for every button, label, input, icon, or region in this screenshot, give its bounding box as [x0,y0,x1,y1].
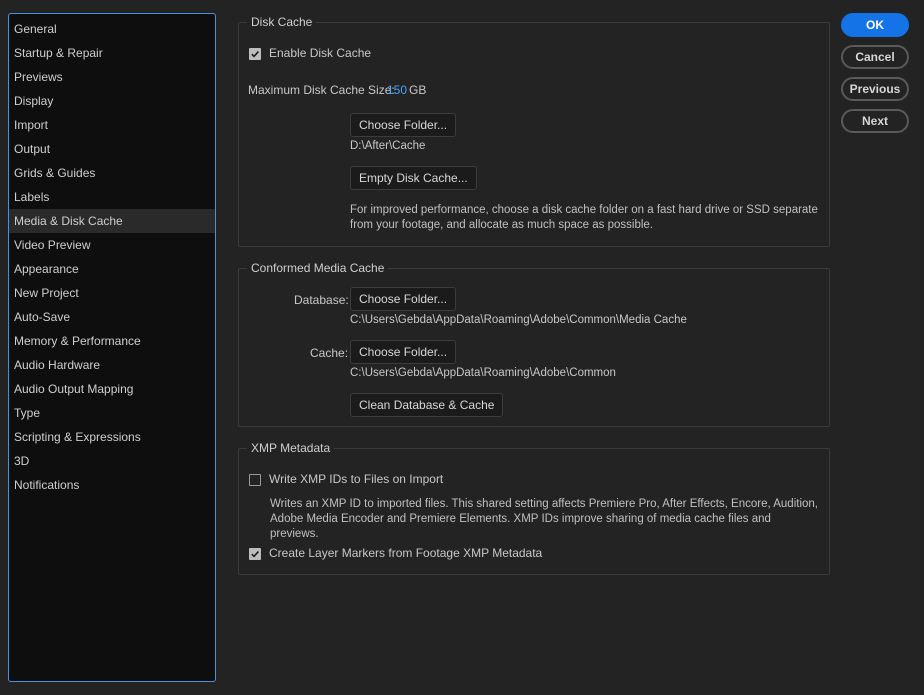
sidebar-item-labels[interactable]: Labels [9,185,215,209]
disk-cache-group: Disk Cache Enable Disk Cache Maximum Dis… [238,14,830,247]
enable-disk-cache-label[interactable]: Enable Disk Cache [269,46,371,60]
write-xmp-ids-label[interactable]: Write XMP IDs to Files on Import [269,472,443,486]
sidebar-item-auto-save[interactable]: Auto-Save [9,305,215,329]
sidebar-item-startup-repair[interactable]: Startup & Repair [9,41,215,65]
checkmark-icon [251,551,259,558]
enable-disk-cache-checkbox[interactable] [249,48,261,60]
checkmark-icon [251,51,259,58]
write-xmp-ids-checkbox[interactable] [249,474,261,486]
max-disk-cache-size-value[interactable]: 150 [387,83,407,97]
xmp-metadata-group: XMP Metadata Write XMP IDs to Files on I… [238,440,830,575]
previous-button[interactable]: Previous [841,77,909,101]
sidebar-item-audio-hardware[interactable]: Audio Hardware [9,353,215,377]
sidebar-item-grids-guides[interactable]: Grids & Guides [9,161,215,185]
create-layer-markers-checkbox[interactable] [249,548,261,560]
empty-disk-cache-button[interactable]: Empty Disk Cache... [350,166,477,190]
sidebar-item-audio-output-mapping[interactable]: Audio Output Mapping [9,377,215,401]
conformed-media-cache-title: Conformed Media Cache [247,260,389,276]
max-disk-cache-size-label: Maximum Disk Cache Size: [248,83,395,97]
sidebar-item-type[interactable]: Type [9,401,215,425]
xmp-metadata-title: XMP Metadata [247,440,335,456]
sidebar-item-media-disk-cache[interactable]: Media & Disk Cache [9,209,215,233]
clean-database-cache-button[interactable]: Clean Database & Cache [350,393,504,417]
sidebar-item-import[interactable]: Import [9,113,215,137]
sidebar-item-3d[interactable]: 3D [9,449,215,473]
sidebar-item-appearance[interactable]: Appearance [9,257,215,281]
disk-cache-choose-folder-button[interactable]: Choose Folder... [350,113,457,137]
conformed-media-cache-group: Conformed Media Cache Database: Choose F… [238,260,830,427]
cache-path: C:\Users\Gebda\AppData\Roaming\Adobe\Com… [350,367,616,379]
write-xmp-ids-description: Writes an XMP ID to imported files. This… [270,498,818,540]
disk-cache-description: For improved performance, choose a disk … [350,204,818,231]
max-disk-cache-size-unit: GB [409,83,427,97]
cancel-button[interactable]: Cancel [841,45,909,69]
sidebar-item-notifications[interactable]: Notifications [9,473,215,497]
disk-cache-folder-path: D:\After\Cache [350,140,426,152]
sidebar-item-general[interactable]: General [9,17,215,41]
create-layer-markers-label[interactable]: Create Layer Markers from Footage XMP Me… [269,546,542,560]
disk-cache-title: Disk Cache [247,14,317,30]
cache-label: Cache: [310,346,349,360]
database-choose-folder-button[interactable]: Choose Folder... [350,287,457,311]
database-path: C:\Users\Gebda\AppData\Roaming\Adobe\Com… [350,314,687,326]
sidebar-item-new-project[interactable]: New Project [9,281,215,305]
cache-choose-folder-button[interactable]: Choose Folder... [350,340,457,364]
sidebar-item-memory-performance[interactable]: Memory & Performance [9,329,215,353]
sidebar-item-scripting-expressions[interactable]: Scripting & Expressions [9,425,215,449]
ok-button[interactable]: OK [841,13,909,37]
sidebar-item-video-preview[interactable]: Video Preview [9,233,215,257]
sidebar-item-output[interactable]: Output [9,137,215,161]
database-label: Database: [294,293,349,307]
preferences-category-list[interactable]: General Startup & Repair Previews Display Im… [8,13,216,682]
sidebar-item-display[interactable]: Display [9,89,215,113]
next-button[interactable]: Next [841,109,909,133]
sidebar-item-previews[interactable]: Previews [9,65,215,89]
